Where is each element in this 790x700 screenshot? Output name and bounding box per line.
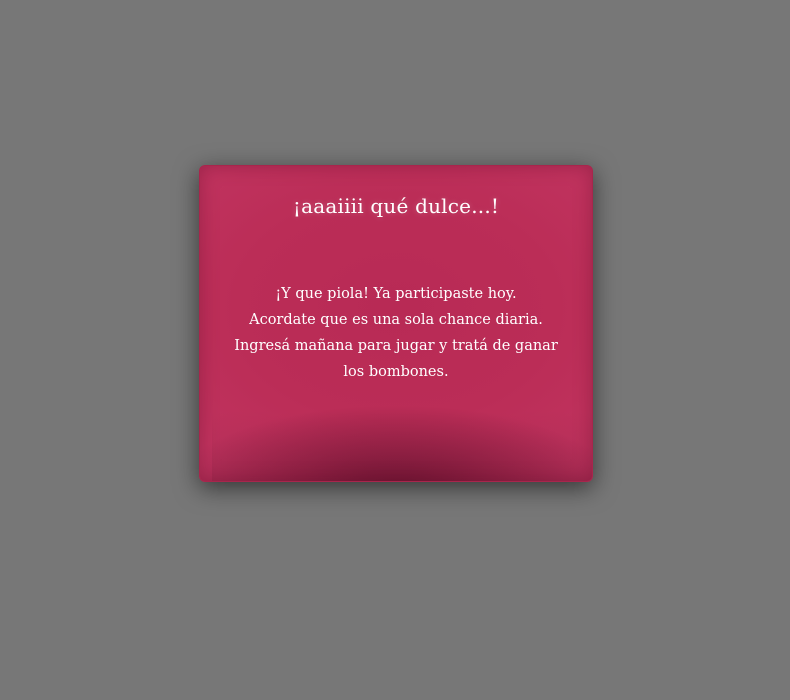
message-line: los bombones. <box>343 364 449 380</box>
message-line: ¡Y que piola! Ya participaste hoy. <box>275 286 517 302</box>
message-modal: ¡aaaiiii qué dulce...! ¡Y que piola! Ya … <box>199 165 593 482</box>
modal-title: ¡aaaiiii qué dulce...! <box>292 194 500 218</box>
message-line: Ingresá mañana para jugar y tratá de gan… <box>234 338 558 354</box>
message-line: Acordate que es una sola chance diaria. <box>249 312 543 328</box>
modal-message: ¡Y que piola! Ya participaste hoy. Acord… <box>230 281 562 385</box>
